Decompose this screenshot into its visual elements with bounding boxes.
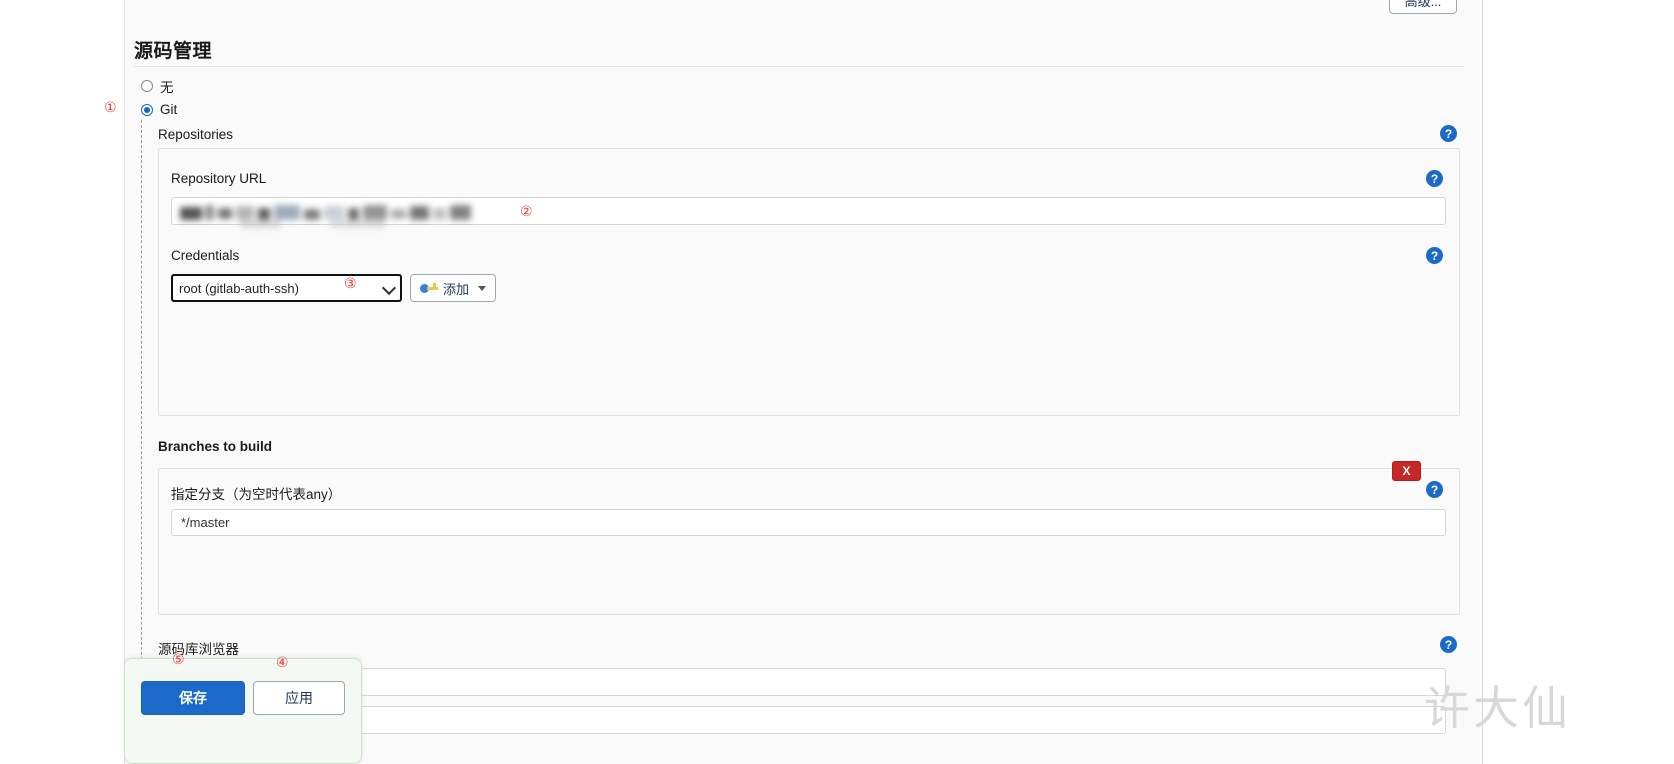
branch-specifier-input[interactable] — [171, 509, 1446, 536]
radio-none[interactable] — [141, 80, 153, 92]
annotation-gutter — [0, 0, 124, 764]
git-section-guide-line — [141, 120, 142, 680]
branch-specifier-help-icon[interactable]: ? — [1426, 481, 1443, 498]
caret-down-icon — [478, 285, 487, 291]
radio-git[interactable] — [141, 103, 153, 116]
credentials-select[interactable]: root (gitlab-auth-ssh) — [171, 274, 402, 302]
repository-browser-help-icon[interactable]: ? — [1440, 636, 1457, 653]
scm-option-git[interactable]: Git — [141, 102, 177, 117]
repository-url-input[interactable] — [171, 197, 1446, 225]
repository-url-help-icon[interactable]: ? — [1426, 170, 1443, 187]
credentials-label: Credentials — [171, 248, 240, 263]
repository-browser-select[interactable]: (自动) — [171, 668, 1446, 696]
branches-panel — [158, 468, 1460, 615]
repository-browser-label: 源码库浏览器 — [158, 642, 239, 657]
page-right-margin — [1484, 0, 1674, 764]
page-title: 源码管理 — [134, 41, 213, 62]
repositories-help-icon[interactable]: ? — [1440, 125, 1457, 142]
add-credentials-label: 添加 — [443, 281, 470, 297]
branches-to-build-label: Branches to build — [158, 439, 273, 454]
repository-url-label: Repository URL — [171, 171, 267, 186]
top-advanced-button[interactable]: 高级... — [1389, 0, 1457, 14]
add-credentials-button[interactable]: 添加 — [410, 274, 497, 302]
apply-button[interactable]: 应用 — [253, 681, 345, 715]
repositories-label: Repositories — [158, 127, 234, 142]
scm-option-none[interactable]: 无 — [141, 76, 174, 96]
jenkins-scm-config-page: 高级... 源码管理 无 Git Repositories ? Reposito… — [0, 0, 1674, 764]
credentials-help-icon[interactable]: ? — [1426, 247, 1443, 264]
section-divider — [134, 66, 1464, 67]
branch-specifier-label: 指定分支（为空时代表any） — [171, 487, 342, 502]
delete-branch-button[interactable]: X — [1392, 461, 1421, 481]
scm-option-none-label: 无 — [160, 80, 174, 95]
key-icon — [420, 282, 438, 294]
repository-browser-url-input[interactable] — [171, 706, 1446, 734]
scm-option-git-label: Git — [160, 102, 178, 117]
save-button[interactable]: 保存 — [141, 681, 245, 715]
